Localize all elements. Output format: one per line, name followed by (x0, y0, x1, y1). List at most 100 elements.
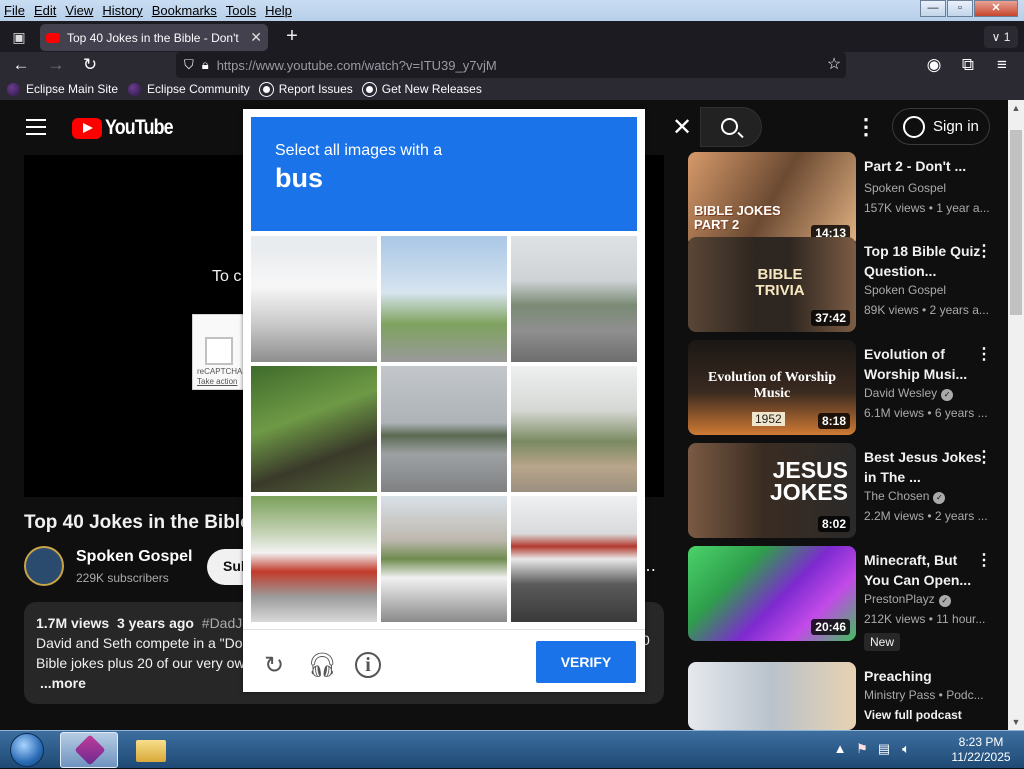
sign-in-button[interactable]: Sign in (892, 108, 990, 145)
related-video-title[interactable]: Preaching (864, 666, 986, 686)
related-video-title[interactable]: Top 18 Bible Quiz Question... (864, 241, 986, 281)
recaptcha-checkbox[interactable] (205, 337, 233, 365)
youtube-logo[interactable]: YouTube (72, 116, 185, 140)
volume-muted-icon[interactable]: 🔈︎ (898, 741, 914, 757)
browser-tab[interactable]: Top 40 Jokes in the Bible - Don't ✕ (40, 24, 268, 51)
menu-help[interactable]: Help (265, 3, 292, 18)
recaptcha-take-action-link[interactable]: Take action (197, 377, 237, 386)
bookmark-star-icon[interactable]: ☆ (822, 53, 846, 77)
clock[interactable]: 8:23 PM 11/22/2025 (946, 735, 1016, 765)
clock-time: 8:23 PM (958, 735, 1004, 749)
clear-search-icon[interactable]: ✕ (670, 114, 694, 142)
action-center-icon[interactable]: ⚑ (854, 741, 870, 757)
bookmark-label: Eclipse Main Site (26, 82, 119, 96)
related-channel[interactable]: The Chosen (864, 489, 929, 503)
headphones-icon[interactable]: 🎧︎ (307, 652, 337, 680)
new-badge: New (864, 633, 901, 651)
start-button[interactable] (4, 731, 52, 769)
video-options-icon[interactable]: ⋮ (976, 344, 992, 364)
verify-button[interactable]: VERIFY (536, 641, 636, 683)
scroll-down-icon[interactable]: ▼ (1008, 714, 1024, 730)
related-video-title[interactable]: Evolution of Worship Musi... (864, 344, 986, 384)
taskbar-explorer-button[interactable] (120, 732, 178, 768)
related-video[interactable]: 20:46 Minecraft, But You Can Open... ⋮ P… (688, 546, 1008, 651)
video-thumbnail[interactable]: BIBLE TRIVIA 37:42 (688, 237, 856, 332)
related-video-title[interactable]: Part 2 - Don't ... (864, 156, 986, 176)
captcha-tile-3[interactable] (511, 236, 637, 362)
related-video[interactable]: JESUS JOKES 8:02 Best Jesus Jokes in The… (688, 443, 1008, 538)
related-channel[interactable]: PrestonPlayz (864, 592, 935, 606)
related-views: 212K views • 11 hour... (864, 612, 986, 626)
video-options-icon[interactable]: ⋮ (976, 241, 992, 261)
new-tab-button[interactable]: + (280, 25, 304, 49)
captcha-tile-8[interactable] (381, 496, 507, 622)
related-channel[interactable]: Ministry Pass • Podc... (864, 688, 984, 702)
menu-edit[interactable]: Edit (34, 3, 56, 18)
app-menu-icon[interactable]: ≡ (990, 54, 1014, 76)
video-thumbnail[interactable]: 20:46 (688, 546, 856, 641)
related-channel[interactable]: Spoken Gospel (864, 181, 946, 195)
close-window-button[interactable]: ✕ (974, 0, 1018, 17)
related-channel[interactable]: David Wesley (864, 386, 937, 400)
captcha-tile-7[interactable] (251, 496, 377, 622)
forward-icon[interactable]: → (44, 54, 68, 76)
video-thumbnail[interactable]: Evolution of Worship Music 1952 8:18 (688, 340, 856, 435)
menu-view[interactable]: View (65, 3, 93, 18)
hamburger-menu-icon[interactable] (26, 119, 46, 135)
restore-button[interactable]: ▫ (947, 0, 973, 17)
channel-avatar[interactable] (24, 546, 64, 586)
search-button[interactable] (700, 107, 762, 147)
bookmark-eclipse-main[interactable]: Eclipse Main Site (7, 82, 118, 96)
show-hidden-icons-icon[interactable]: ▲ (832, 741, 848, 757)
related-video[interactable]: BIBLE JOKES PART 2 14:13 Part 2 - Don't … (688, 152, 1008, 247)
minimize-button[interactable]: — (920, 0, 946, 17)
video-options-icon[interactable]: ⋮ (976, 447, 992, 467)
address-bar[interactable]: ⛉ 🔒︎ https://www.youtube.com/watch?v=ITU… (176, 52, 846, 78)
lock-icon[interactable]: 🔒︎ (202, 57, 209, 73)
back-icon[interactable]: ← (9, 54, 33, 76)
video-options-icon[interactable]: ⋮ (976, 550, 992, 570)
tab-overview-icon[interactable]: ▣ (8, 27, 30, 47)
youtube-logo-text: YouTube (105, 116, 174, 139)
captcha-tile-2[interactable] (381, 236, 507, 362)
menu-file[interactable]: File (4, 3, 25, 18)
scrollbar-thumb[interactable] (1010, 130, 1022, 315)
view-full-podcast-link[interactable]: View full podcast (864, 708, 962, 722)
channel-name[interactable]: Spoken Gospel (76, 548, 192, 566)
taskbar-browser-button[interactable] (60, 732, 118, 768)
tab-list-button[interactable]: ∨ 1 (984, 26, 1018, 48)
related-video[interactable]: BIBLE TRIVIA 37:42 Top 18 Bible Quiz Que… (688, 237, 1008, 332)
settings-kebab-icon[interactable]: ⋮ (855, 116, 877, 138)
info-icon[interactable]: i (355, 652, 381, 678)
reload-icon[interactable]: ↻ (260, 652, 288, 680)
url-text[interactable]: https://www.youtube.com/watch?v=ITU39_y7… (217, 58, 497, 73)
captcha-tile-6[interactable] (511, 366, 637, 492)
reload-icon[interactable]: ↻ (78, 54, 102, 76)
menu-history[interactable]: History (102, 3, 142, 18)
video-thumbnail[interactable] (688, 662, 856, 730)
related-video[interactable]: Preaching Ministry Pass • Podc... View f… (688, 662, 1008, 730)
related-video[interactable]: Evolution of Worship Music 1952 8:18 Evo… (688, 340, 1008, 435)
account-icon[interactable]: ◉ (922, 54, 946, 76)
shield-icon[interactable]: ⛉ (184, 57, 194, 73)
bookmark-eclipse-community[interactable]: Eclipse Community (128, 82, 250, 96)
menu-tools[interactable]: Tools (226, 3, 256, 18)
bookmark-report-issues[interactable]: Report Issues (259, 82, 353, 96)
extensions-icon[interactable]: ⧉ (956, 54, 980, 76)
menu-bookmarks[interactable]: Bookmarks (152, 3, 217, 18)
related-video-title[interactable]: Minecraft, But You Can Open... (864, 550, 986, 590)
video-title: Top 40 Jokes in the Bible (24, 512, 251, 533)
captcha-tile-4[interactable] (251, 366, 377, 492)
captcha-tile-9[interactable] (511, 496, 637, 622)
related-video-title[interactable]: Best Jesus Jokes in The ... (864, 447, 986, 487)
captcha-tile-1[interactable] (251, 236, 377, 362)
video-thumbnail[interactable]: JESUS JOKES 8:02 (688, 443, 856, 538)
network-icon[interactable]: ▤ (876, 741, 892, 757)
captcha-tile-5[interactable] (381, 366, 507, 492)
tab-close-icon[interactable]: ✕ (250, 29, 262, 46)
related-channel[interactable]: Spoken Gospel (864, 283, 946, 297)
page-scrollbar[interactable]: ▲ ▼ (1008, 100, 1024, 730)
bookmark-get-new-releases[interactable]: Get New Releases (362, 82, 482, 96)
video-thumbnail[interactable]: BIBLE JOKES PART 2 14:13 (688, 152, 856, 247)
scroll-up-icon[interactable]: ▲ (1008, 100, 1024, 116)
